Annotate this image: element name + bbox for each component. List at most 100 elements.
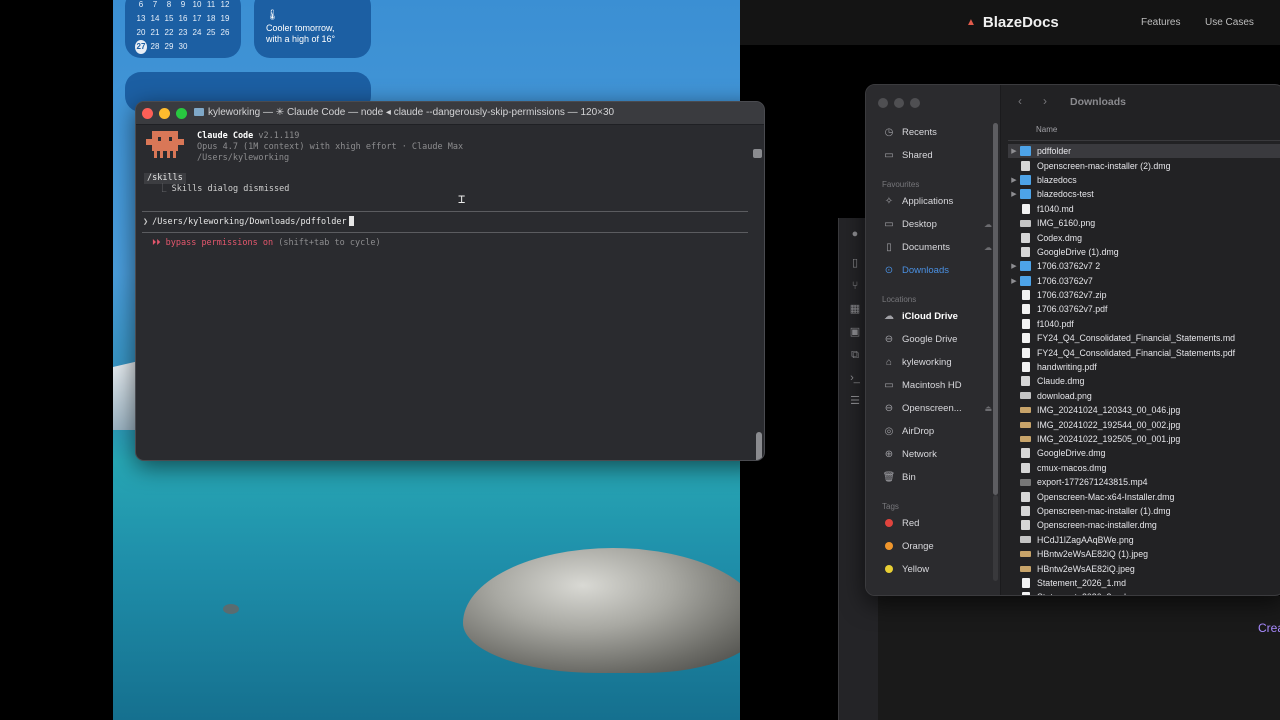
- copy-icon[interactable]: ⧉: [849, 349, 861, 361]
- sidebar-tag-orange[interactable]: Orange: [882, 537, 992, 555]
- forward-chevron-icon[interactable]: ›: [1043, 94, 1047, 108]
- sidebar-tag-yellow[interactable]: Yellow: [882, 560, 992, 578]
- blazedocs-logo[interactable]: ▲ BlazeDocs: [966, 14, 1059, 31]
- file-row[interactable]: handwriting.pdf: [1008, 360, 1280, 374]
- zoom-button[interactable]: [176, 108, 187, 119]
- cloud-icon: ☁: [984, 242, 992, 252]
- disclosure-triangle-icon[interactable]: ▶: [1008, 190, 1020, 198]
- calendar-widget[interactable]: 6 7 8 9 10 11 12 13 14 15 16 17 18 19 20 21 22 23 24 25 26 27…: [125, 0, 241, 58]
- branch-icon[interactable]: ⑂: [849, 280, 861, 292]
- minimize-button[interactable]: [159, 108, 170, 119]
- file-row[interactable]: ▶ blazedocs: [1008, 173, 1280, 187]
- finder-minimize-button[interactable]: [894, 98, 904, 108]
- sidebar-item-network[interactable]: ⊕ Network: [882, 445, 992, 463]
- sidebar-item-google-drive[interactable]: ⊖ Google Drive: [882, 330, 992, 348]
- sidebar-item-airdrop[interactable]: ◎ AirDrop: [882, 422, 992, 440]
- disclosure-triangle-icon[interactable]: ▶: [1008, 176, 1020, 184]
- file-row[interactable]: FY24_Q4_Consolidated_Financial_Statement…: [1008, 331, 1280, 345]
- column-header-name[interactable]: Name: [1036, 125, 1057, 134]
- bypass-hint: (shift+tab to cycle): [278, 238, 381, 248]
- sidebar-item-recents[interactable]: ◷ Recents: [882, 123, 992, 141]
- file-row[interactable]: IMG_6160.png: [1008, 216, 1280, 230]
- file-row[interactable]: GoogleDrive (1).dmg: [1008, 245, 1280, 259]
- sidebar-item-openscreen[interactable]: ⊖ Openscreen... ⏏: [882, 399, 992, 417]
- file-row[interactable]: Openscreen-mac-installer (2).dmg: [1008, 158, 1280, 172]
- terminal-icon[interactable]: ›_: [849, 372, 861, 384]
- sidebar-label: Recents: [902, 126, 937, 138]
- file-row[interactable]: f1040.md: [1008, 202, 1280, 216]
- sidebar-item-documents[interactable]: ▯ Documents ☁: [882, 238, 992, 256]
- file-icon: [1021, 246, 1030, 257]
- sidebar-item-icloud-drive[interactable]: ☁ iCloud Drive: [882, 307, 992, 325]
- file-row[interactable]: HBntw2eWsAE82iQ (1).jpeg: [1008, 547, 1280, 561]
- sidebar-item-shared[interactable]: ▭ Shared: [882, 146, 992, 164]
- file-row[interactable]: ▶ 1706.03762v7 2: [1008, 259, 1280, 273]
- sidebar-item-macintosh-hd[interactable]: ▭ Macintosh HD: [882, 376, 992, 394]
- file-row[interactable]: ▶ 1706.03762v7: [1008, 274, 1280, 288]
- calendar-day: 12: [220, 0, 230, 9]
- finder-window[interactable]: ◷ Recents ▭ Shared Favourites ✧ Application…: [865, 84, 1280, 596]
- sidebar-item-desktop[interactable]: ▭ Desktop ☁: [882, 215, 992, 233]
- prompt-input[interactable]: /Users/kyleworking/Downloads/pdffolder: [152, 217, 346, 227]
- nav-use-cases[interactable]: Use Cases: [1205, 17, 1254, 28]
- close-button[interactable]: [142, 108, 153, 119]
- sidebar-item-downloads[interactable]: ⊙ Downloads: [882, 261, 992, 279]
- file-row[interactable]: IMG_20241022_192544_00_002.jpg: [1008, 417, 1280, 431]
- file-icon: [1020, 421, 1031, 428]
- file-row[interactable]: HCdJ1lZagAAqBWe.png: [1008, 533, 1280, 547]
- sidebar-label: Shared: [902, 149, 933, 161]
- prompt-input-box[interactable]: ❯/Users/kyleworking/Downloads/pdffolder: [142, 211, 748, 233]
- terminal-window[interactable]: kyleworking — ✳ Claude Code — node ◂ cla…: [135, 101, 765, 461]
- terminal-body[interactable]: Claude Code v2.1.119 Opus 4.7 (1M contex…: [136, 125, 764, 460]
- file-row[interactable]: ▶ pdffolder: [1008, 144, 1280, 159]
- file-row[interactable]: Codex.dmg: [1008, 230, 1280, 244]
- disclosure-triangle-icon[interactable]: ▶: [1008, 147, 1020, 155]
- file-row[interactable]: IMG_20241024_120343_00_046.jpg: [1008, 403, 1280, 417]
- file-row[interactable]: export-1772671243815.mp4: [1008, 475, 1280, 489]
- sidebar-tag-red[interactable]: Red: [882, 514, 992, 532]
- circle-icon[interactable]: ●: [849, 228, 861, 240]
- file-row[interactable]: Openscreen-mac-installer.dmg: [1008, 518, 1280, 532]
- file-row[interactable]: Statement_2026_1.md: [1008, 576, 1280, 590]
- list-icon[interactable]: ☰: [849, 395, 861, 407]
- finder-close-button[interactable]: [878, 98, 888, 108]
- file-row[interactable]: f1040.pdf: [1008, 317, 1280, 331]
- file-icon[interactable]: ▯: [849, 257, 861, 269]
- scrollbar-top-button[interactable]: [753, 149, 762, 158]
- file-row[interactable]: Statement_2026_2.md: [1008, 590, 1280, 595]
- file-row[interactable]: 1706.03762v7.zip: [1008, 288, 1280, 302]
- file-row[interactable]: HBntw2eWsAE82iQ.jpeg: [1008, 561, 1280, 575]
- nav-features[interactable]: Features: [1141, 17, 1180, 28]
- eject-icon[interactable]: ⏏: [984, 404, 992, 413]
- calendar-day: 13: [136, 14, 146, 23]
- sidebar-scrollbar[interactable]: [993, 123, 998, 495]
- sidebar-item-home[interactable]: ⌂ kyleworking: [882, 353, 992, 371]
- file-row[interactable]: Openscreen-mac-installer (1).dmg: [1008, 504, 1280, 518]
- file-row[interactable]: Openscreen-Mac-x64-Installer.dmg: [1008, 489, 1280, 503]
- terminal-titlebar[interactable]: kyleworking — ✳ Claude Code — node ◂ cla…: [136, 102, 764, 125]
- disclosure-triangle-icon[interactable]: ▶: [1008, 262, 1020, 270]
- file-row[interactable]: cmux-macos.dmg: [1008, 461, 1280, 475]
- sidebar-item-bin[interactable]: 🗑 Bin: [882, 468, 992, 486]
- file-row[interactable]: GoogleDrive.dmg: [1008, 446, 1280, 460]
- file-name: HBntw2eWsAE82iQ (1).jpeg: [1037, 549, 1148, 560]
- create-link[interactable]: Crea: [1258, 621, 1280, 635]
- weather-widget[interactable]: 🌡 Cooler tomorrow, with a high of 16°: [254, 0, 371, 58]
- calendar-week-row: 20 21 22 23 24 25 26: [135, 26, 231, 40]
- file-icon: [1020, 407, 1031, 414]
- file-row[interactable]: FY24_Q4_Consolidated_Financial_Statement…: [1008, 345, 1280, 359]
- file-row[interactable]: 1706.03762v7.pdf: [1008, 302, 1280, 316]
- file-row[interactable]: ▶ blazedocs-test: [1008, 187, 1280, 201]
- terminal-scrollbar[interactable]: [756, 432, 762, 460]
- file-row[interactable]: Claude.dmg: [1008, 374, 1280, 388]
- file-icon: [1020, 478, 1031, 486]
- finder-zoom-button[interactable]: [910, 98, 920, 108]
- disclosure-triangle-icon[interactable]: ▶: [1008, 277, 1020, 285]
- file-row[interactable]: IMG_20241022_192505_00_001.jpg: [1008, 432, 1280, 446]
- sidebar-item-applications[interactable]: ✧ Applications: [882, 192, 992, 210]
- back-chevron-icon[interactable]: ‹: [1018, 94, 1022, 108]
- calendar-icon[interactable]: ▣: [849, 326, 861, 338]
- file-row[interactable]: download.png: [1008, 389, 1280, 403]
- grid-icon[interactable]: ▦: [849, 303, 861, 315]
- sidebar-scroll-track[interactable]: [993, 495, 998, 581]
